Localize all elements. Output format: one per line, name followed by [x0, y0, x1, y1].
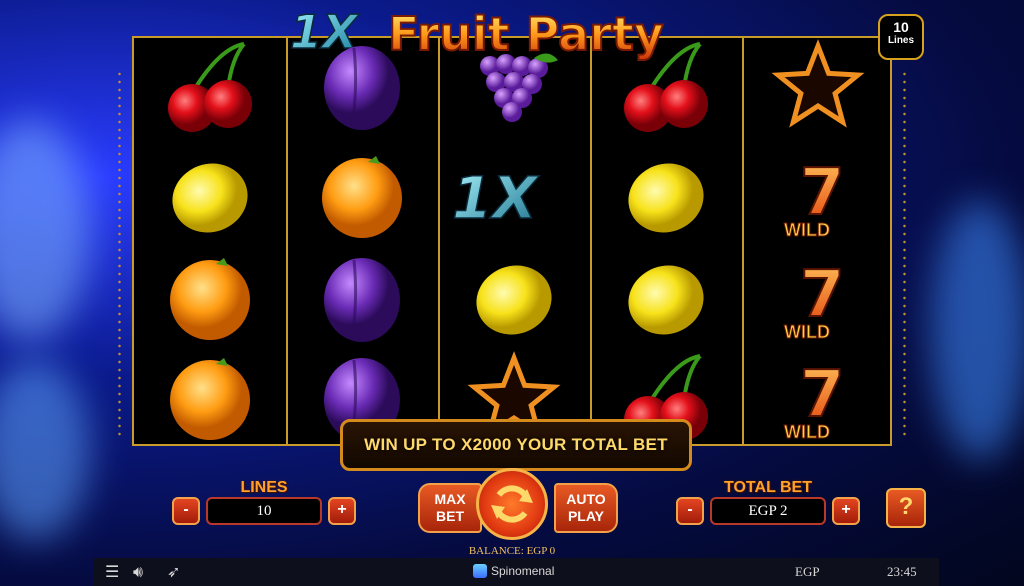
provider-name: Spinomenal — [491, 564, 555, 578]
lines-label: LINES — [240, 479, 288, 496]
lines-badge: 10 Lines — [878, 14, 924, 60]
lines-badge-label: Lines — [887, 35, 915, 46]
max-bet-line2: BET — [436, 508, 464, 524]
logo-1x: 1X — [290, 5, 360, 59]
sound-icon[interactable]: 🔊︎ — [133, 562, 143, 582]
reel-2 — [286, 38, 436, 444]
logo-title: Fruit Party — [388, 7, 664, 61]
total-bet-label: TOTAL BET — [724, 479, 812, 496]
reel-1 — [134, 38, 284, 444]
max-bet-line1: MAX — [434, 491, 466, 507]
lines-badge-value: 10 — [893, 19, 909, 35]
max-bet-button[interactable]: MAX BET — [418, 483, 482, 533]
smoke-left-low — [0, 360, 90, 540]
smoke-right — [930, 200, 1024, 460]
auto-play-line1: AUTO — [566, 491, 606, 507]
clock: 23:45 — [887, 564, 917, 579]
spin-button[interactable] — [476, 468, 548, 540]
reel-4 — [590, 38, 740, 444]
balance-text: BALANCE: EGP 0 — [468, 545, 556, 557]
help-button[interactable]: ? — [886, 488, 926, 528]
smoke-left — [0, 120, 90, 340]
spin-icon — [491, 485, 533, 523]
game-logo: 1X Fruit Party — [290, 4, 665, 62]
reel-5 — [742, 38, 892, 444]
right-dots — [903, 70, 906, 440]
spinomenal-logo-icon — [473, 564, 487, 578]
auto-play-line2: PLAY — [567, 508, 605, 524]
currency-label: EGP — [795, 564, 820, 579]
turbo-icon[interactable]: ➶ — [167, 562, 180, 581]
reel-3 — [438, 38, 588, 444]
bet-minus-button[interactable]: - — [676, 497, 704, 525]
menu-icon[interactable]: ☰ — [105, 562, 119, 581]
reels-frame — [132, 36, 892, 446]
total-bet-value: EGP 2 — [710, 497, 826, 525]
win-banner: WIN UP TO X2000 YOUR TOTAL BET — [340, 419, 692, 471]
reel-area — [118, 30, 908, 448]
auto-play-button[interactable]: AUTO PLAY — [554, 483, 618, 533]
lines-minus-button[interactable]: - — [172, 497, 200, 525]
lines-value: 10 — [206, 497, 322, 525]
bet-plus-button[interactable]: + — [832, 497, 860, 525]
left-dots — [118, 70, 121, 440]
lines-plus-button[interactable]: + — [328, 497, 356, 525]
bottom-bar: ☰ 🔊︎ ➶ Spinomenal EGP 23:45 — [93, 558, 939, 586]
